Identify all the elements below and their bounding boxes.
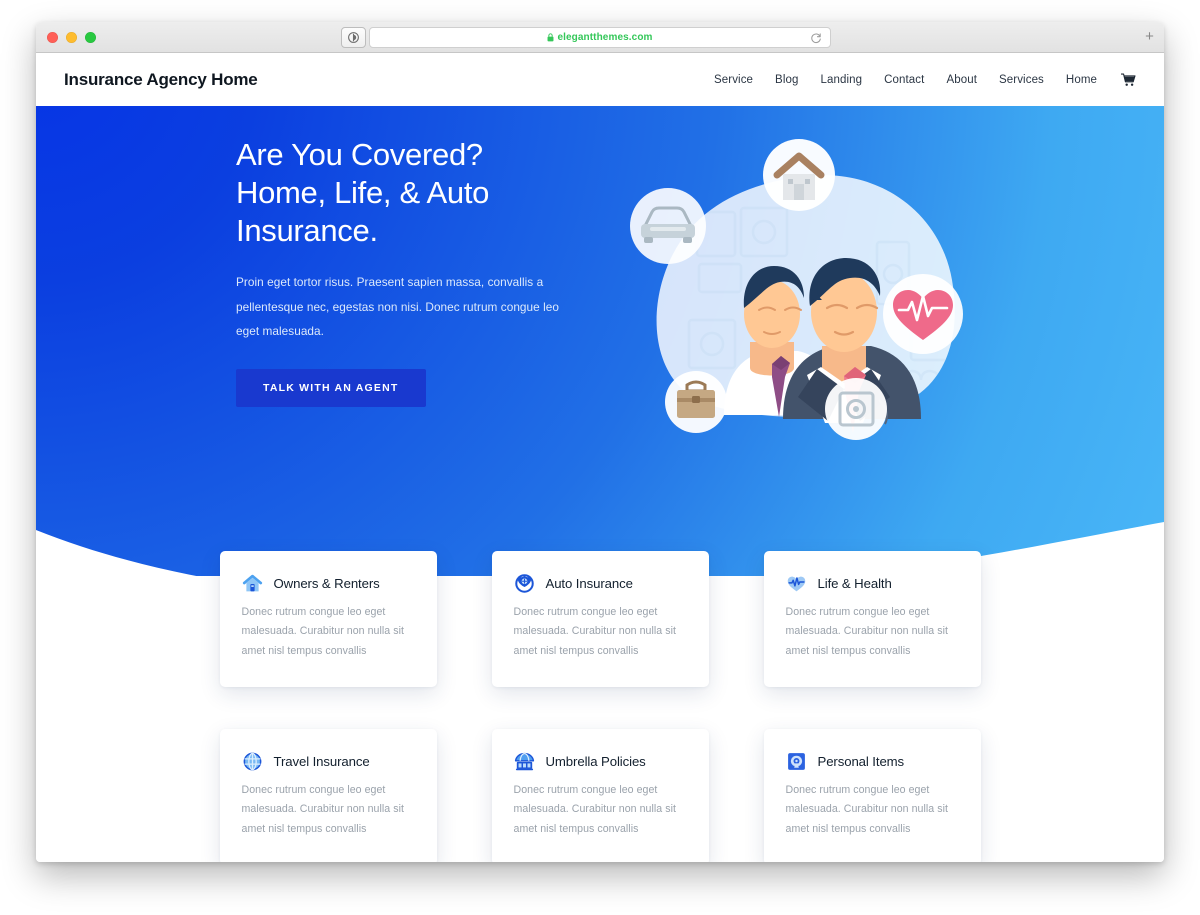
nav-item-service[interactable]: Service — [714, 74, 753, 86]
card-header: Travel Insurance — [242, 751, 415, 772]
hero-section: Are You Covered? Home, Life, & Auto Insu… — [36, 106, 1164, 666]
house-icon — [242, 574, 262, 592]
card-title: Owners & Renters — [273, 576, 380, 591]
heart-pulse-icon — [787, 576, 805, 592]
address-bar[interactable]: elegantthemes.com — [369, 27, 831, 48]
service-card-travel-insurance[interactable]: Travel Insurance Donec rutrum congue leo… — [219, 729, 437, 862]
hero-paragraph: Proin eget tortor risus. Praesent sapien… — [236, 275, 559, 338]
minimize-window-button[interactable] — [66, 32, 77, 43]
nav-item-landing[interactable]: Landing — [820, 74, 862, 86]
shield-glyph — [348, 32, 359, 43]
shopping-cart-icon[interactable] — [1121, 72, 1136, 87]
site-header: Insurance Agency Home Service Blog Landi… — [36, 53, 1164, 106]
services-section: Owners & Renters Donec rutrum congue leo… — [36, 523, 1164, 862]
insurance-agents-illustration — [630, 139, 963, 440]
card-text: Donec rutrum congue leo eget malesuada. … — [785, 784, 948, 835]
service-card-personal-items[interactable]: Personal Items Donec rutrum congue leo e… — [763, 729, 981, 862]
card-text: Donec rutrum congue leo eget malesuada. … — [241, 606, 404, 657]
url-text: elegantthemes.com — [557, 32, 653, 43]
services-row-1: Owners & Renters Donec rutrum congue leo… — [36, 551, 1164, 687]
reload-icon[interactable] — [810, 32, 822, 45]
site-logo[interactable]: Insurance Agency Home — [64, 70, 258, 90]
zoom-window-button[interactable] — [85, 32, 96, 43]
card-text: Donec rutrum congue leo eget malesuada. … — [785, 606, 948, 657]
service-card-life-health[interactable]: Life & Health Donec rutrum congue leo eg… — [763, 551, 981, 687]
services-row-2: Travel Insurance Donec rutrum congue leo… — [36, 729, 1164, 862]
service-card-auto-insurance[interactable]: Auto Insurance Donec rutrum congue leo e… — [491, 551, 709, 687]
hero-title-line-1: Are You Covered? — [236, 137, 483, 172]
house-badge-icon — [763, 139, 835, 211]
talk-with-an-agent-button[interactable]: TALK WITH AN AGENT — [236, 368, 426, 407]
browser-titlebar: elegantthemes.com + — [36, 22, 1164, 53]
page-viewport: Insurance Agency Home Service Blog Landi… — [36, 53, 1164, 862]
briefcase-badge-icon — [665, 371, 727, 433]
personal-item-icon — [787, 753, 805, 770]
window-controls — [47, 32, 96, 43]
card-title: Travel Insurance — [273, 754, 370, 769]
umbrella-bank-icon — [514, 752, 534, 771]
globe-icon — [243, 752, 261, 771]
card-text: Donec rutrum congue leo eget malesuada. … — [241, 784, 404, 835]
shield-icon[interactable] — [341, 27, 366, 48]
car-badge-icon — [630, 188, 706, 264]
card-header: Umbrella Policies — [514, 751, 687, 772]
hero-title-line-3: Insurance. — [236, 213, 378, 249]
safe-badge-icon — [825, 378, 887, 440]
nav-item-blog[interactable]: Blog — [775, 74, 798, 86]
card-title: Umbrella Policies — [545, 754, 646, 769]
card-title: Personal Items — [817, 754, 905, 769]
hero-content: Are You Covered? Home, Life, & Auto Insu… — [236, 136, 596, 407]
url-display: elegantthemes.com — [370, 28, 830, 47]
card-header: Auto Insurance — [514, 573, 687, 594]
card-header: Life & Health — [786, 573, 959, 594]
main-navigation: Service Blog Landing Contact About Servi… — [714, 72, 1136, 87]
card-header: Owners & Renters — [242, 573, 415, 594]
service-card-umbrella-policies[interactable]: Umbrella Policies Donec rutrum congue le… — [491, 729, 709, 862]
card-text: Donec rutrum congue leo eget malesuada. … — [513, 784, 676, 835]
close-window-button[interactable] — [47, 32, 58, 43]
browser-window: elegantthemes.com + Insurance Agency Hom… — [36, 22, 1164, 862]
lock-icon — [547, 33, 554, 42]
service-card-owners-renters[interactable]: Owners & Renters Donec rutrum congue leo… — [219, 551, 437, 687]
card-header: Personal Items — [786, 751, 959, 772]
nav-item-contact[interactable]: Contact — [884, 74, 924, 86]
hero-title-line-2: Home, Life, & Auto — [236, 175, 490, 211]
card-title: Life & Health — [817, 576, 892, 591]
nav-item-services[interactable]: Services — [999, 74, 1044, 86]
heartbeat-badge-icon — [883, 274, 963, 354]
nav-item-home[interactable]: Home — [1066, 74, 1097, 86]
new-tab-button[interactable]: + — [1142, 29, 1157, 45]
hero-title: Are You Covered? Home, Life, & Auto Insu… — [236, 136, 596, 250]
card-text: Donec rutrum congue leo eget malesuada. … — [513, 606, 676, 657]
card-title: Auto Insurance — [545, 576, 633, 591]
car-shield-icon — [514, 574, 534, 593]
nav-item-about[interactable]: About — [946, 74, 977, 86]
